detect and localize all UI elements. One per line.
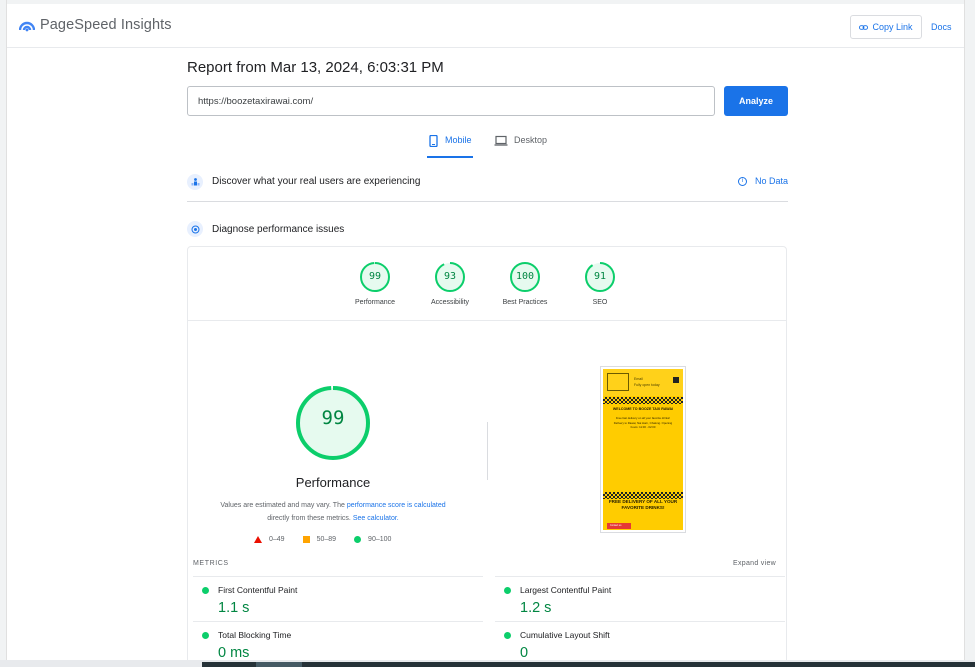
no-data-indicator[interactable]: i No Data xyxy=(737,176,788,186)
see-calculator-link[interactable]: See calculator. xyxy=(353,515,399,522)
header: PageSpeed Insights Copy Link Docs xyxy=(7,4,964,48)
legend-pass-label: 90–100 xyxy=(368,536,392,543)
copy-link-label: Copy Link xyxy=(872,22,913,32)
expand-view-toggle[interactable]: Expand view xyxy=(733,560,776,567)
tab-mobile-label: Mobile xyxy=(445,135,472,145)
copy-link-button[interactable]: Copy Link xyxy=(850,15,922,39)
gauge-seo[interactable]: 91 SEO xyxy=(560,261,640,306)
pass-dot-icon xyxy=(504,587,511,594)
metric-lcp: Largest Contentful Paint 1.2 s xyxy=(495,576,785,621)
desktop-icon xyxy=(494,135,508,146)
diagnose-text: Diagnose performance issues xyxy=(212,223,345,235)
legend-pass: 90–100 xyxy=(354,536,391,543)
gauge-label: SEO xyxy=(592,299,608,306)
metric-name: Total Blocking Time xyxy=(218,630,292,640)
gauge-label: Best Practices xyxy=(502,299,548,306)
scrollbar[interactable] xyxy=(964,0,975,660)
browser-frame: PageSpeed Insights Copy Link Docs Report… xyxy=(0,0,975,667)
brand-name[interactable]: PageSpeed Insights xyxy=(40,17,172,33)
discover-text: Discover what your real users are experi… xyxy=(212,176,421,187)
field-data-section: Discover what your real users are experi… xyxy=(187,170,788,202)
screenshot-page: Email Fully open today WELCOME TO BOOZE … xyxy=(603,369,683,530)
score-legend: 0–49 50–89 90–100 xyxy=(254,536,454,543)
tab-desktop[interactable]: Desktop xyxy=(494,135,547,158)
note-text: Values are estimated and may vary. The xyxy=(220,502,347,509)
screenshot-button: Contact us xyxy=(607,523,631,529)
checker-stripe xyxy=(603,492,683,499)
legend-fail: 0–49 xyxy=(254,536,285,543)
mobile-icon xyxy=(429,135,438,147)
diagnose-icon xyxy=(187,221,203,237)
metric-value: 1.1 s xyxy=(218,600,250,616)
metrics-heading: METRICS xyxy=(193,560,229,567)
circle-icon xyxy=(354,536,362,543)
final-screenshot[interactable]: Email Fully open today WELCOME TO BOOZE … xyxy=(600,366,686,533)
score-gauges: 99 Performance 93 Accessibility 100 Best… xyxy=(188,247,786,321)
screenshot-body: Free fast delivery on all your favorite … xyxy=(613,416,673,429)
performance-title: Performance xyxy=(295,475,371,490)
gauge-label: Performance xyxy=(354,299,396,306)
checker-stripe xyxy=(603,397,683,404)
tab-desktop-label: Desktop xyxy=(514,135,548,145)
info-icon: i xyxy=(737,176,747,186)
screenshot-text: Email xyxy=(634,377,643,381)
users-icon xyxy=(187,173,203,190)
square-icon xyxy=(302,536,310,543)
taskbar-dark xyxy=(202,662,975,667)
metric-name: Largest Contentful Paint xyxy=(520,585,612,595)
gauge-score: 99 xyxy=(368,271,382,282)
lab-data-section: Diagnose performance issues xyxy=(187,217,788,241)
gauge-accessibility[interactable]: 93 Accessibility xyxy=(410,261,490,306)
url-input[interactable] xyxy=(187,86,715,116)
gauge-best-practices[interactable]: 100 Best Practices xyxy=(485,261,565,306)
legend-fail-label: 0–49 xyxy=(269,536,285,543)
no-data-label: No Data xyxy=(754,176,788,186)
gauge-label: Accessibility xyxy=(430,299,470,306)
metric-name: First Contentful Paint xyxy=(218,585,298,595)
screenshot-heading: WELCOME TO BOOZE TAXI RAWAI xyxy=(612,407,674,411)
screenshot-header: Email Fully open today xyxy=(603,369,683,396)
performance-score: 99 xyxy=(321,407,345,429)
left-gutter xyxy=(0,0,7,660)
analyze-button[interactable]: Analyze xyxy=(724,86,788,116)
docs-link[interactable]: Docs xyxy=(931,22,952,32)
pass-dot-icon xyxy=(202,587,209,594)
pass-dot-icon xyxy=(504,632,511,639)
triangle-icon xyxy=(254,536,262,543)
note-text: directly from these metrics. xyxy=(267,514,353,522)
link-icon xyxy=(859,24,869,30)
legend-average: 50–89 xyxy=(302,536,337,543)
pagespeed-logo-icon xyxy=(19,21,35,32)
gauge-score: 100 xyxy=(515,271,535,282)
screenshot-logo xyxy=(607,373,629,391)
gauge-performance[interactable]: 99 Performance xyxy=(335,261,415,306)
metric-value: 1.2 s xyxy=(520,600,552,616)
screenshot-text: Fully open today xyxy=(634,383,660,387)
taskbar-item[interactable] xyxy=(256,662,302,667)
gauge-score: 91 xyxy=(593,271,607,282)
metric-name: Cumulative Layout Shift xyxy=(520,630,610,640)
gauge-score: 93 xyxy=(443,271,457,282)
score-calculated-link[interactable]: performance score is calculated xyxy=(347,502,446,509)
metric-value: 0 ms xyxy=(218,645,250,661)
metric-fcp: First Contentful Paint 1.1 s xyxy=(193,576,483,621)
legend-average-label: 50–89 xyxy=(316,536,337,543)
report-card: 99 Performance 93 Accessibility 100 Best… xyxy=(187,246,787,666)
report-title: Report from Mar 13, 2024, 6:03:31 PM xyxy=(187,59,444,76)
performance-note: Values are estimated and may vary. The p… xyxy=(206,500,460,525)
metric-value: 0 xyxy=(520,645,529,661)
device-tabs: Mobile Desktop xyxy=(187,130,788,158)
vertical-divider xyxy=(487,422,488,480)
pass-dot-icon xyxy=(202,632,209,639)
menu-icon xyxy=(673,377,679,383)
screenshot-banner: FREE DELIVERY OF ALL YOUR FAVORITE DRINK… xyxy=(608,499,678,510)
tab-mobile[interactable]: Mobile xyxy=(427,135,473,158)
